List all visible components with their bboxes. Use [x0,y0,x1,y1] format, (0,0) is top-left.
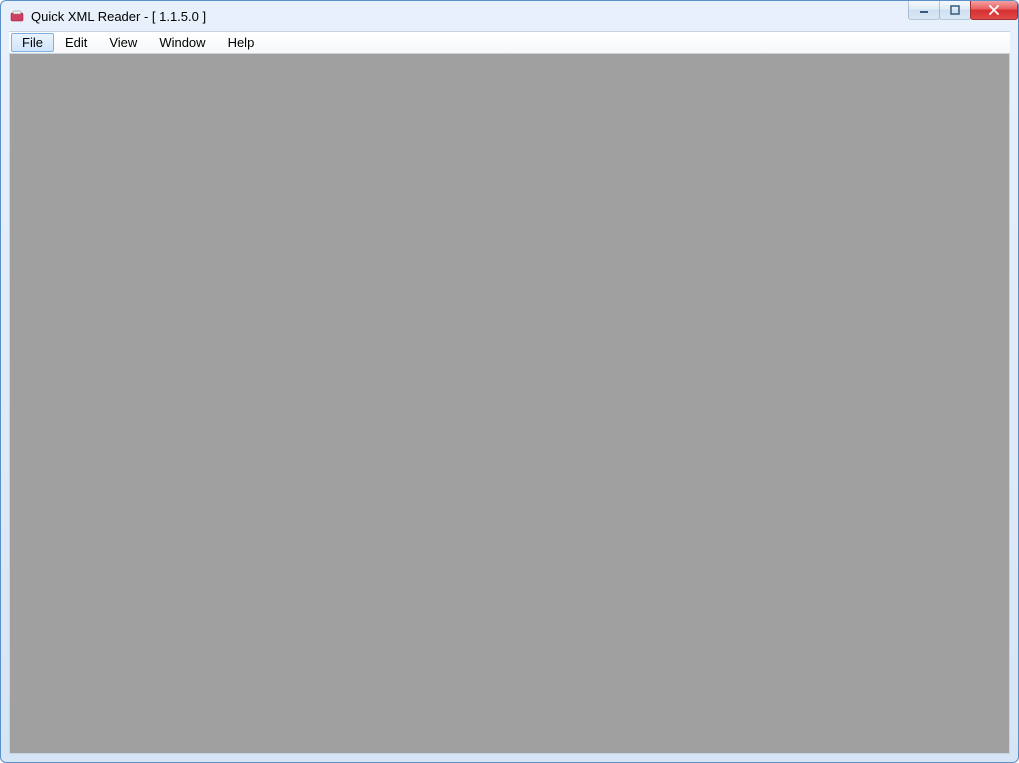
minimize-button[interactable] [908,0,940,20]
window-title: Quick XML Reader - [ 1.1.5.0 ] [31,9,909,24]
mdi-client-area [9,54,1010,754]
close-button[interactable] [970,0,1018,20]
window-controls [909,1,1018,31]
maximize-button[interactable] [939,0,971,20]
menu-edit[interactable]: Edit [54,33,98,52]
app-icon [9,8,25,24]
menubar: File Edit View Window Help [9,31,1010,54]
main-window: Quick XML Reader - [ 1.1.5.0 ] File Edit [0,0,1019,763]
menu-help[interactable]: Help [217,33,266,52]
titlebar[interactable]: Quick XML Reader - [ 1.1.5.0 ] [1,1,1018,31]
menu-file[interactable]: File [11,33,54,52]
menu-window[interactable]: Window [148,33,216,52]
menu-view[interactable]: View [98,33,148,52]
